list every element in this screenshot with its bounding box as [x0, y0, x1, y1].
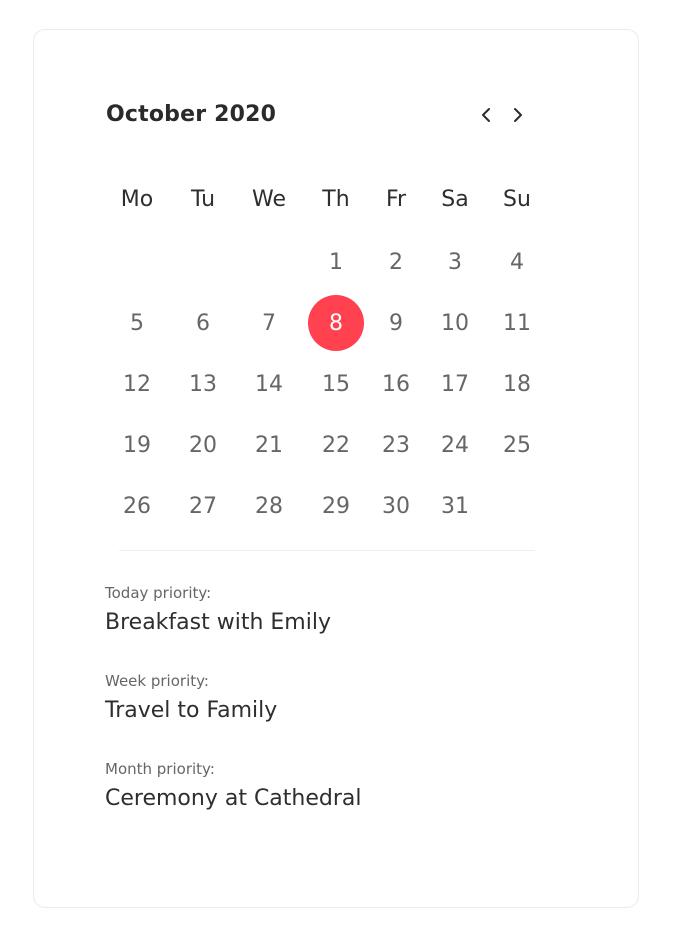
calendar-day[interactable]: 19 — [109, 417, 165, 473]
calendar-day[interactable]: 6 — [175, 295, 231, 351]
calendar-day-selected[interactable]: 8 — [308, 295, 364, 351]
calendar-day[interactable]: 17 — [427, 356, 483, 412]
calendar-day[interactable]: 5 — [109, 295, 165, 351]
weekday-header: We — [252, 187, 286, 212]
calendar-day[interactable]: 21 — [241, 417, 297, 473]
chevron-right-icon — [512, 106, 524, 124]
calendar-day[interactable]: 1 — [308, 234, 364, 290]
calendar-day[interactable]: 9 — [368, 295, 424, 351]
prev-month-button[interactable] — [474, 102, 498, 128]
weekday-header: Tu — [190, 187, 216, 212]
calendar-card: October 2020 Mo Tu We Th Fr Sa Su 1 2 3 4 5 6 7 8 9 10 11… — [33, 29, 639, 908]
calendar-day[interactable]: 24 — [427, 417, 483, 473]
calendar-day[interactable]: 11 — [489, 295, 545, 351]
weekday-header: Mo — [120, 187, 154, 212]
month-title: October 2020 — [106, 102, 277, 127]
calendar-day[interactable]: 29 — [308, 478, 364, 534]
divider — [119, 550, 535, 551]
calendar-day[interactable]: 20 — [175, 417, 231, 473]
calendar-day[interactable]: 10 — [427, 295, 483, 351]
week-priority-value: Travel to Family — [105, 698, 278, 723]
weekday-header: Sa — [441, 187, 469, 212]
calendar-day[interactable]: 30 — [368, 478, 424, 534]
weekday-header: Th — [322, 187, 350, 212]
calendar-day[interactable]: 3 — [427, 234, 483, 290]
calendar-day[interactable]: 27 — [175, 478, 231, 534]
calendar-day[interactable]: 4 — [489, 234, 545, 290]
calendar-day[interactable]: 22 — [308, 417, 364, 473]
next-month-button[interactable] — [506, 102, 530, 128]
calendar-day[interactable]: 12 — [109, 356, 165, 412]
calendar-day[interactable]: 31 — [427, 478, 483, 534]
calendar-day[interactable]: 16 — [368, 356, 424, 412]
today-priority-value: Breakfast with Emily — [105, 610, 331, 635]
calendar-day[interactable]: 13 — [175, 356, 231, 412]
chevron-left-icon — [480, 106, 492, 124]
calendar-day[interactable]: 18 — [489, 356, 545, 412]
calendar-day[interactable]: 26 — [109, 478, 165, 534]
calendar-day[interactable]: 25 — [489, 417, 545, 473]
calendar-day[interactable]: 15 — [308, 356, 364, 412]
month-priority-label: Month priority: — [105, 760, 215, 778]
calendar-day[interactable]: 14 — [241, 356, 297, 412]
weekday-header: Su — [503, 187, 531, 212]
calendar-day[interactable]: 2 — [368, 234, 424, 290]
calendar-day[interactable]: 7 — [241, 295, 297, 351]
week-priority-label: Week priority: — [105, 672, 209, 690]
calendar-day[interactable]: 23 — [368, 417, 424, 473]
calendar-day[interactable]: 28 — [241, 478, 297, 534]
weekday-header: Fr — [385, 187, 407, 212]
month-priority-value: Ceremony at Cathedral — [105, 786, 362, 811]
today-priority-label: Today priority: — [105, 584, 212, 602]
